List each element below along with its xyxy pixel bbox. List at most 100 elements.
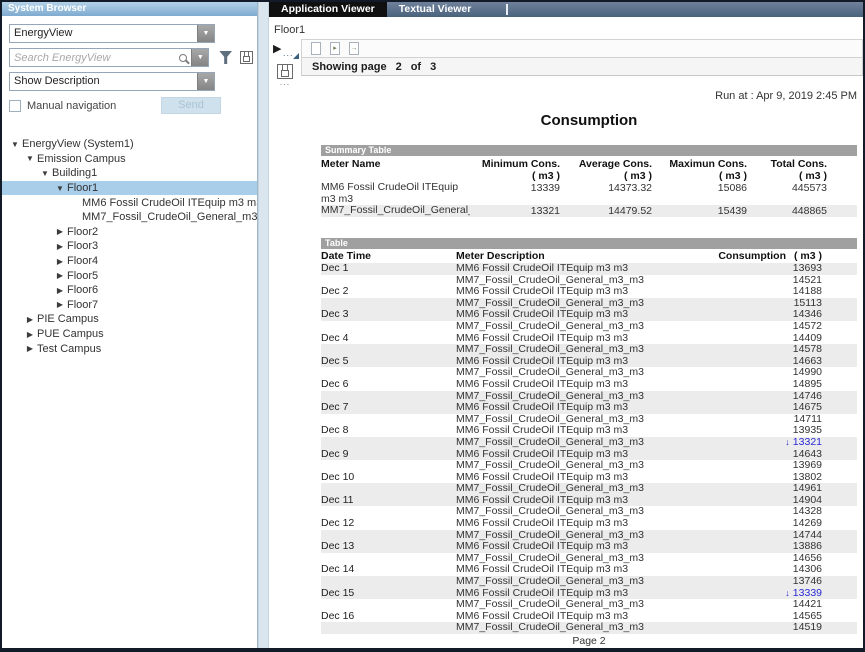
tree-item[interactable]: ▶Floor3 [2,239,257,254]
tree-collapsed-icon[interactable]: ▶ [53,227,67,236]
summary-min-value: 13339 [470,182,560,205]
search-icon[interactable] [179,54,187,62]
summary-col-total: Total Cons.( m3 ) [747,158,827,182]
detail-meter-cell: MM6 Fossil CrudeOil ITEquip m3 m3 [456,472,692,484]
tree-item-label: Floor4 [67,255,98,267]
save-icon [277,64,293,79]
tree-expanded-icon[interactable]: ▼ [53,184,67,193]
current-page-number: 2 [396,61,402,73]
detail-consumption-cell: 14519 [692,622,822,634]
chevron-down-icon[interactable]: ▼ [197,73,214,90]
tree-item[interactable]: MM6 Fossil CrudeOil ITEquip m3 m3 [2,195,257,210]
detail-table-row: Dec 9MM6 Fossil CrudeOil ITEquip m3 m314… [321,449,857,461]
detail-consumption-cell: 14895 [692,379,822,391]
document-next-page-icon[interactable]: ▸ [330,42,340,55]
document-icon[interactable] [311,42,321,55]
tree-item[interactable]: ▼Emission Campus [2,152,257,167]
tree-collapsed-icon[interactable]: ▶ [53,286,67,295]
tree-item[interactable]: ▶PIE Campus [2,312,257,327]
detail-meter-cell: MM6 Fossil CrudeOil ITEquip m3 m3 [456,449,692,461]
tree-item[interactable]: ▼EnergyView (System1) [2,137,257,152]
detail-consumption-cell: 14572 [692,321,822,333]
detail-table-row: Dec 3MM6 Fossil CrudeOil ITEquip m3 m314… [321,309,857,321]
tree-item-label: Floor1 [67,182,98,194]
tree-collapsed-icon[interactable]: ▶ [23,330,37,339]
min-value-link[interactable]: 13321 [793,436,822,448]
total-page-number: 3 [430,61,436,73]
detail-table-row: MM7_Fossil_CrudeOil_General_m3_m314656 [321,553,857,565]
detail-meter-cell: MM6 Fossil CrudeOil ITEquip m3 m3 [456,611,692,623]
min-value-link[interactable]: 13339 [793,587,822,599]
tree-collapsed-icon[interactable]: ▶ [53,271,67,280]
summary-col-avg: Average Cons.( m3 ) [560,158,652,182]
tree-item[interactable]: ▶Test Campus [2,341,257,356]
summary-avg-value: 14479.52 [560,205,652,217]
detail-date-cell: Dec 5 [321,356,456,368]
chevron-down-icon[interactable]: ▼ [191,49,208,66]
tree-item[interactable]: ▼Building1 [2,166,257,181]
detail-date-cell [321,622,456,634]
manual-navigation-label: Manual navigation [27,100,116,112]
tree-collapsed-icon[interactable]: ▶ [53,242,67,251]
description-selector[interactable]: Show Description ▼ [9,72,215,91]
manual-navigation-checkbox[interactable] [9,100,21,112]
detail-meter-cell: MM7_Fossil_CrudeOil_General_m3_m3 [456,321,692,333]
send-button[interactable]: Send [161,97,221,114]
tree-expanded-icon[interactable]: ▼ [23,154,37,163]
detail-date-cell: Dec 11 [321,495,456,507]
tree-item[interactable]: ▶Floor5 [2,268,257,283]
summary-col-meter-name: Meter Name [321,158,470,182]
detail-meter-cell: MM7_Fossil_CrudeOil_General_m3_m3 [456,414,692,426]
save-search-icon[interactable] [240,51,253,64]
detail-consumption-cell: 14269 [692,518,822,530]
tree-item[interactable]: ▶Floor7 [2,298,257,313]
document-export-icon[interactable]: → [349,42,359,55]
detail-table-row: MM7_Fossil_CrudeOil_General_m3_m314521 [321,275,857,287]
detail-table-row: MM7_Fossil_CrudeOil_General_m3_m314711 [321,414,857,426]
view-selector[interactable]: EnergyView ▼ [9,24,215,43]
detail-date-cell: Dec 4 [321,333,456,345]
corner-triangle-icon [293,53,299,59]
detail-consumption-cell: 14675 [692,402,822,414]
tree-item[interactable]: ▶Floor6 [2,283,257,298]
detail-meter-cell: MM7_Fossil_CrudeOil_General_m3_m3 [456,483,692,495]
application-window: System Browser EnergyView ▼ ▼ [0,0,865,652]
search-box: ▼ [9,48,209,67]
detail-date-cell [321,321,456,333]
detail-date-cell: Dec 13 [321,541,456,553]
detail-meter-cell: MM7_Fossil_CrudeOil_General_m3_m3 [456,298,692,310]
tab-textual-viewer[interactable]: Textual Viewer [387,2,484,17]
detail-meter-cell: MM7_Fossil_CrudeOil_General_m3_m3 [456,344,692,356]
detail-consumption-cell: ↓13321 [692,437,822,449]
tree-collapsed-icon[interactable]: ▶ [23,344,37,353]
tree-item-label: Floor7 [67,299,98,311]
view-selector-value: EnergyView [10,25,197,42]
save-report-button[interactable]: ... [277,64,293,85]
panel-splitter[interactable] [258,2,269,648]
chevron-down-icon[interactable]: ▼ [197,25,214,42]
detail-meter-cell: MM7_Fossil_CrudeOil_General_m3_m3 [456,367,692,379]
tree-item[interactable]: ▶Floor4 [2,254,257,269]
run-report-button[interactable]: ▶... [273,42,297,60]
summary-table-bar: Summary Table [321,145,857,156]
tab-application-viewer[interactable]: Application Viewer [269,2,387,17]
tree-expanded-icon[interactable]: ▼ [8,140,22,149]
detail-meter-cell: MM7_Fossil_CrudeOil_General_m3_m3 [456,460,692,472]
detail-table-row: MM7_Fossil_CrudeOil_General_m3_m314990 [321,367,857,379]
run-options-dots: ... [283,48,294,58]
search-input[interactable] [10,49,177,66]
tree-collapsed-icon[interactable]: ▶ [23,315,37,324]
tree-expanded-icon[interactable]: ▼ [38,169,52,178]
system-browser-panel: System Browser EnergyView ▼ ▼ [2,2,258,648]
tree-item[interactable]: ▶PUE Campus [2,327,257,342]
filter-icon[interactable] [219,51,232,64]
tree-item[interactable]: ▶Floor2 [2,225,257,240]
tree-item[interactable]: ▼Floor1 [2,181,257,196]
detail-consumption-cell: 13969 [692,460,822,472]
tree-collapsed-icon[interactable]: ▶ [53,257,67,266]
tree-item[interactable]: MM7_Fossil_CrudeOil_General_m3_m3 [2,210,257,225]
report-title: Consumption [321,112,857,129]
tree-collapsed-icon[interactable]: ▶ [53,300,67,309]
detail-table-row: Dec 5MM6 Fossil CrudeOil ITEquip m3 m314… [321,356,857,368]
detail-date-cell: Dec 14 [321,564,456,576]
